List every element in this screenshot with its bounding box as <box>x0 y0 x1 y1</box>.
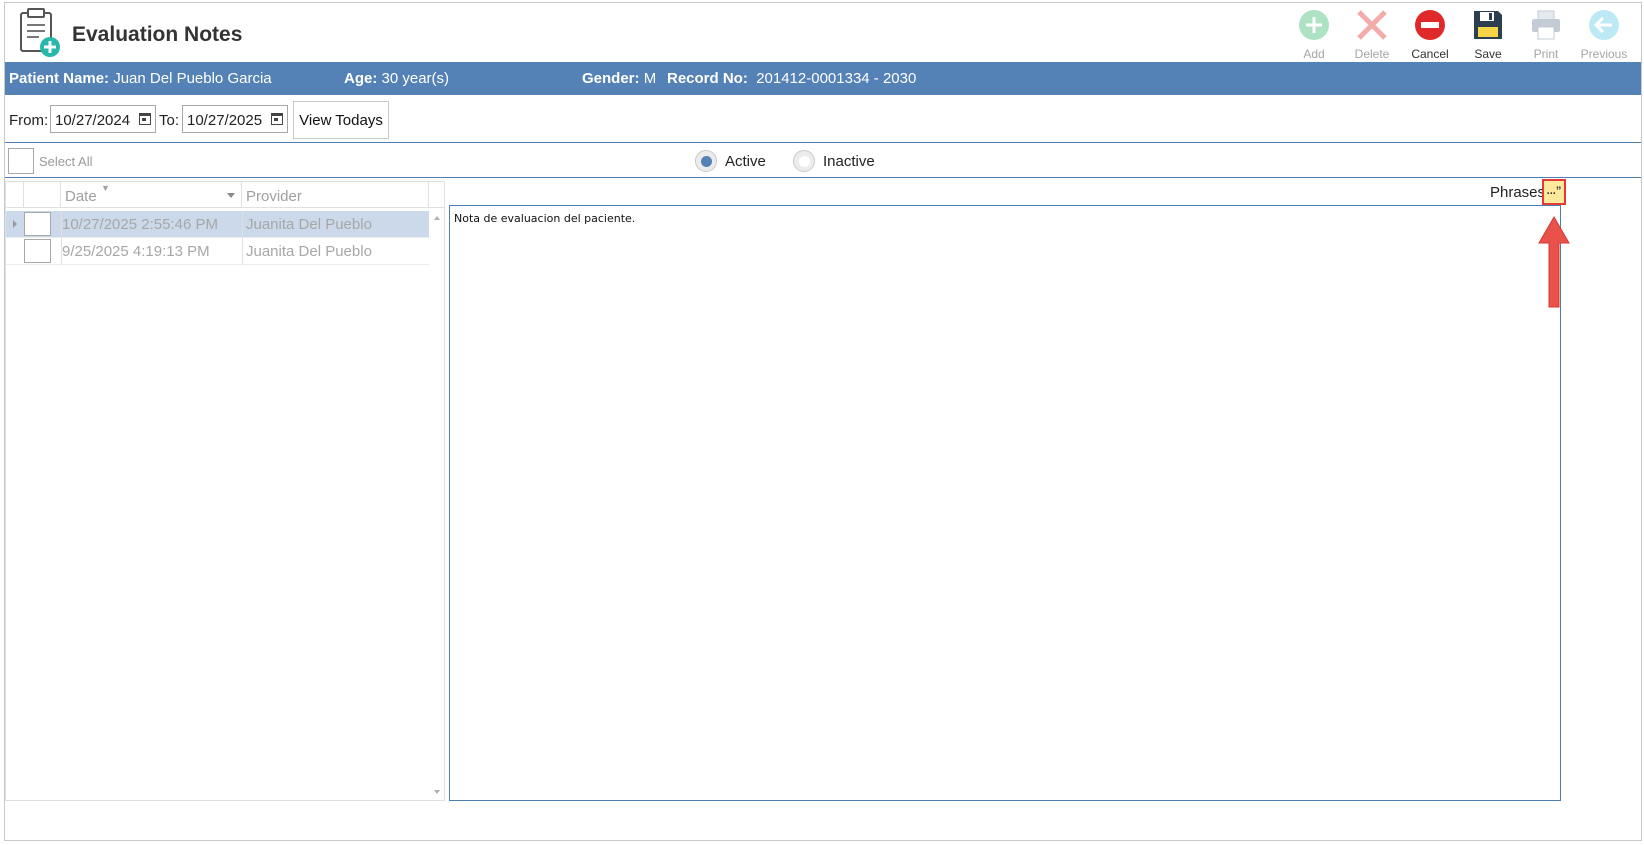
date-column-header[interactable]: Date ▼ <box>61 182 242 208</box>
add-label: Add <box>1303 47 1325 61</box>
clipboard-add-icon <box>20 8 60 57</box>
provider-column-label: Provider <box>246 188 302 205</box>
select-all-label: Select All <box>39 154 93 169</box>
column-divider <box>242 211 243 238</box>
add-button[interactable]: Add <box>1285 7 1343 63</box>
to-label: To: <box>159 112 180 129</box>
phrases-label: Phrases <box>1490 184 1546 201</box>
from-date-value: 10/27/2024 <box>55 112 131 129</box>
print-button[interactable]: Print <box>1517 7 1575 63</box>
view-todays-button[interactable]: View Todays <box>293 101 389 139</box>
delete-x-icon <box>1354 7 1390 43</box>
printer-icon <box>1528 7 1564 43</box>
patient-name: Patient Name: Juan Del Pueblo Garcia <box>9 70 272 87</box>
row-indicator-icon <box>13 220 17 228</box>
inactive-radio[interactable]: Inactive <box>793 150 875 172</box>
arrow-left-icon <box>1586 7 1622 43</box>
from-date-input[interactable]: 10/27/2024 <box>50 105 156 133</box>
red-arrow-annotation-icon <box>1538 215 1570 308</box>
row-date: 9/25/2025 4:19:13 PM <box>62 243 210 260</box>
row-provider: Juanita Del Pueblo <box>246 216 372 233</box>
provider-column-header[interactable]: Provider <box>242 182 429 208</box>
row-provider: Juanita Del Pueblo <box>246 243 372 260</box>
delete-button[interactable]: Delete <box>1343 7 1401 63</box>
header-indicator-cell <box>6 182 24 208</box>
evaluation-notes-window: Evaluation Notes Add Delete Cancel Save … <box>4 2 1642 841</box>
save-button[interactable]: Save <box>1459 7 1517 63</box>
calendar-icon[interactable] <box>139 113 151 125</box>
row-checkbox[interactable] <box>24 239 51 263</box>
chevron-down-icon[interactable] <box>227 193 235 198</box>
print-label: Print <box>1533 47 1559 61</box>
patient-record-number: Record No: 201412-0001334 - 2030 <box>667 70 917 87</box>
floppy-disk-icon <box>1470 7 1506 43</box>
note-text-editor[interactable]: Nota de evaluacion del paciente. <box>449 205 1561 801</box>
page-title: Evaluation Notes <box>72 23 243 46</box>
patient-gender: Gender: M <box>582 70 657 87</box>
previous-button[interactable]: Previous <box>1575 7 1633 63</box>
cancel-label: Cancel <box>1411 47 1449 61</box>
active-radio-label: Active <box>725 152 766 170</box>
scroll-up-icon[interactable] <box>434 216 440 220</box>
date-column-label: Date <box>65 188 97 205</box>
to-date-value: 10/27/2025 <box>187 112 263 129</box>
selection-row: Select All Active Inactive <box>5 144 1641 178</box>
header-checkbox-cell <box>24 182 61 208</box>
from-label: From: <box>9 112 49 129</box>
toolbar: Add Delete Cancel Save Print Previous <box>1285 7 1633 63</box>
radio-selected-indicator <box>695 150 717 172</box>
date-filter-row: From: 10/27/2024 To: 10/27/2025 View Tod… <box>5 97 1641 143</box>
cancel-button[interactable]: Cancel <box>1401 7 1459 63</box>
table-row[interactable]: 10/27/2025 2:55:46 PM Juanita Del Pueblo <box>6 211 429 238</box>
to-date-input[interactable]: 10/27/2025 <box>182 105 288 133</box>
row-date: 10/27/2025 2:55:46 PM <box>62 216 218 233</box>
previous-label: Previous <box>1580 47 1628 61</box>
grid-header: Date ▼ Provider <box>6 182 444 208</box>
inactive-radio-label: Inactive <box>823 152 875 170</box>
patient-age: Age: 30 year(s) <box>344 70 450 87</box>
column-divider <box>242 238 243 265</box>
active-radio[interactable]: Active <box>695 150 766 172</box>
table-row[interactable]: 9/25/2025 4:19:13 PM Juanita Del Pueblo <box>6 238 429 265</box>
calendar-icon[interactable] <box>271 113 283 125</box>
delete-label: Delete <box>1354 47 1390 61</box>
row-checkbox[interactable] <box>24 212 51 236</box>
radio-unselected-indicator <box>793 150 815 172</box>
select-all-checkbox[interactable] <box>8 148 34 174</box>
phrases-button[interactable]: ...” <box>1542 179 1566 205</box>
filter-icon[interactable]: ▼ <box>101 183 110 193</box>
save-label: Save <box>1474 47 1502 61</box>
cancel-icon <box>1412 7 1448 43</box>
header: Evaluation Notes Add Delete Cancel Save … <box>5 3 1641 63</box>
patient-info-bar: Patient Name: Juan Del Pueblo Garcia Age… <box>5 62 1641 95</box>
scroll-down-icon[interactable] <box>434 790 440 794</box>
notes-grid: Date ▼ Provider 10/27/2025 2:55:46 PM Ju… <box>5 181 445 801</box>
add-icon <box>1296 7 1332 43</box>
